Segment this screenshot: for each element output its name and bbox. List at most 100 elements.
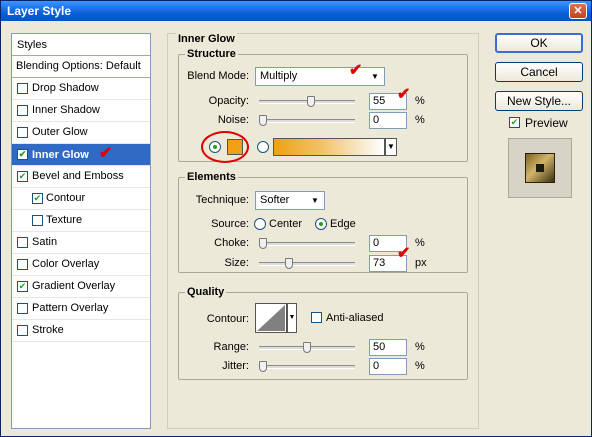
chevron-down-icon: ▼ [371,72,379,81]
anti-aliased-checkbox[interactable] [311,312,322,323]
style-item-label: Bevel and Emboss [32,170,124,182]
structure-legend: Structure [185,48,238,60]
style-item-drop-shadow[interactable]: Drop Shadow [12,78,150,100]
noise-field[interactable]: 0 [369,112,407,129]
opacity-unit: % [415,95,425,107]
jitter-slider[interactable] [259,361,355,372]
style-item-checkbox[interactable] [17,149,28,160]
cancel-button[interactable]: Cancel [495,62,583,82]
style-item-checkbox[interactable] [17,303,28,314]
size-slider-thumb[interactable] [284,258,293,269]
style-item-checkbox[interactable] [32,193,43,204]
anti-aliased-label: Anti-aliased [326,312,384,324]
style-item-label: Satin [32,236,58,248]
style-item-label: Pattern Overlay [32,302,109,314]
style-item-satin[interactable]: Satin [12,232,150,254]
range-unit: % [415,341,425,353]
preview-center [536,164,544,172]
noise-slider[interactable] [259,115,355,126]
noise-slider-thumb[interactable] [259,115,267,126]
gradient-radio[interactable] [257,141,269,153]
preview-checkbox[interactable] [509,117,520,128]
blending-options-item[interactable]: Blending Options: Default [12,56,150,78]
noise-unit: % [415,114,425,126]
choke-unit: % [415,237,425,249]
style-item-checkbox[interactable] [17,237,28,248]
elements-group: Elements Technique: Softer ▼ Source: Cen… [178,171,468,273]
range-field[interactable]: 50 [369,339,407,356]
contour-label: Contour: [206,313,249,325]
style-item-checkbox[interactable] [17,127,28,138]
style-item-texture[interactable]: Texture [12,210,150,232]
color-radio[interactable] [209,141,221,153]
style-item-inner-shadow[interactable]: Inner Shadow [12,100,150,122]
styles-header[interactable]: Styles [12,34,150,56]
opacity-slider[interactable] [259,96,355,107]
preview-swatch [525,153,555,183]
blend-mode-value: Multiply [260,70,298,82]
blend-mode-select[interactable]: Multiply ▼ [255,67,385,86]
style-item-checkbox[interactable] [17,171,28,182]
style-item-label: Inner Shadow [32,104,100,116]
style-item-label: Inner Glow [32,149,89,161]
new-style-button[interactable]: New Style... [495,91,583,111]
source-edge-radio[interactable] [315,218,327,230]
title-bar[interactable]: Layer Style ✕ [1,1,591,21]
chevron-down-icon[interactable]: ▼ [385,138,397,156]
contour-preview[interactable] [255,303,287,333]
range-label: Range: [213,341,249,353]
style-item-bevel-and-emboss[interactable]: Bevel and Emboss [12,166,150,188]
range-slider-thumb[interactable] [303,342,311,353]
style-item-checkbox[interactable] [17,105,28,116]
layer-style-dialog: Layer Style ✕ Styles Blending Options: D… [0,0,592,437]
style-item-checkbox[interactable] [32,215,43,226]
chevron-down-icon[interactable]: ▼ [287,303,297,333]
style-item-outer-glow[interactable]: Outer Glow [12,122,150,144]
style-item-label: Texture [46,214,83,226]
ok-button[interactable]: OK [495,33,583,53]
technique-label: Technique: [195,194,249,206]
technique-select[interactable]: Softer ▼ [255,191,325,210]
style-item-checkbox[interactable] [17,83,28,94]
check-annotation-icon: ✔ [349,62,363,79]
source-edge-label: Edge [330,218,356,230]
check-annotation-icon: ✔ [397,245,411,262]
quality-legend: Quality [185,286,227,298]
quality-group: Quality Contour: ▼ Anti-aliased Range: 5… [178,286,468,380]
window-title: Layer Style [7,4,72,18]
jitter-unit: % [415,360,425,372]
glow-color-swatch[interactable] [227,139,243,155]
size-label: Size: [224,257,249,269]
close-icon[interactable]: ✕ [569,3,587,19]
style-item-contour[interactable]: Contour [12,188,150,210]
style-item-label: Color Overlay [32,258,100,270]
style-item-label: Gradient Overlay [32,280,116,292]
source-center-radio[interactable] [254,218,266,230]
range-slider[interactable] [259,342,355,353]
structure-group: Structure Blend Mode: Multiply ▼ ✔ Opaci… [178,48,468,163]
choke-slider[interactable] [259,238,355,249]
chevron-down-icon: ▼ [311,196,319,205]
choke-slider-thumb[interactable] [259,238,267,249]
style-item-label: Outer Glow [32,126,88,138]
style-item-inner-glow[interactable]: Inner Glow ✔ [12,144,150,166]
check-annotation-icon: ✔ [397,86,411,103]
style-item-gradient-overlay[interactable]: Gradient Overlay [12,276,150,298]
gradient-picker[interactable] [273,138,385,156]
check-annotation-icon: ✔ [98,145,113,162]
style-item-pattern-overlay[interactable]: Pattern Overlay [12,298,150,320]
inner-glow-settings: Inner Glow Structure Blend Mode: Multipl… [167,33,479,429]
size-slider[interactable] [259,258,355,269]
style-item-stroke[interactable]: Stroke [12,320,150,342]
jitter-slider-thumb[interactable] [259,361,267,372]
style-item-color-overlay[interactable]: Color Overlay [12,254,150,276]
style-preview [508,138,572,198]
style-item-checkbox[interactable] [17,281,28,292]
style-item-checkbox[interactable] [17,325,28,336]
technique-value: Softer [260,194,290,206]
inner-glow-title: Inner Glow [176,33,237,45]
style-item-checkbox[interactable] [17,259,28,270]
jitter-label: Jitter: [222,360,249,372]
opacity-slider-thumb[interactable] [307,96,316,107]
jitter-field[interactable]: 0 [369,358,407,375]
